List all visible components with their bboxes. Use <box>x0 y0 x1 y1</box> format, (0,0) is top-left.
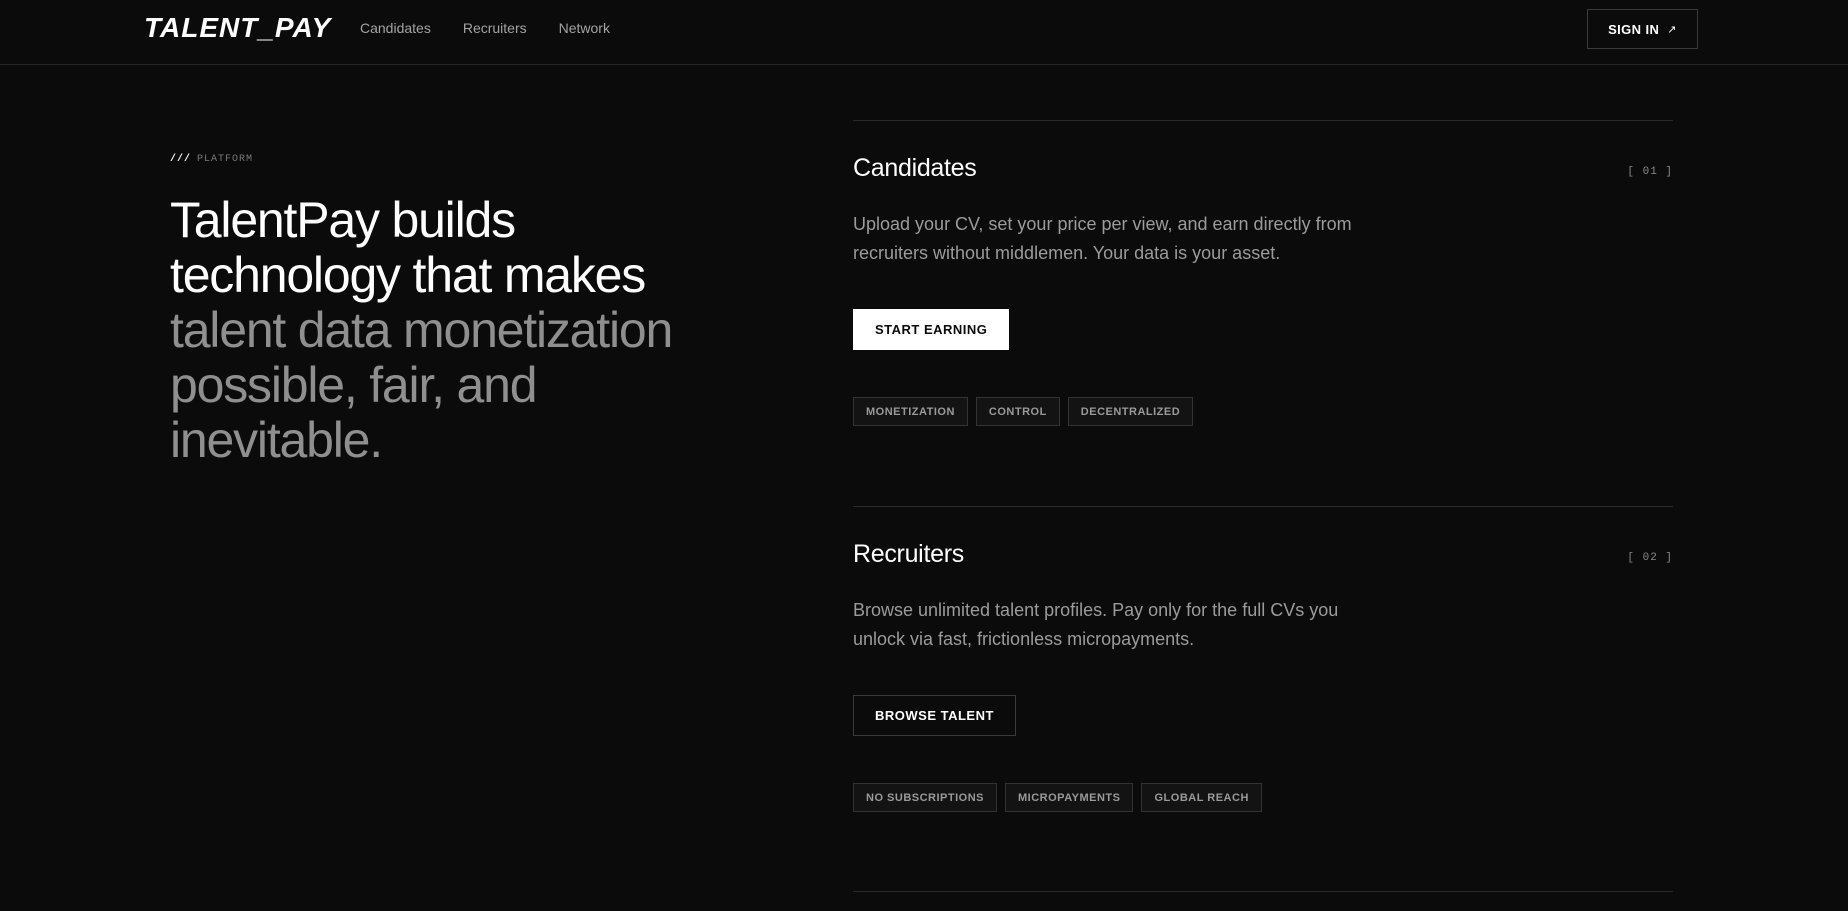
arrow-up-right-icon: ↗ <box>1667 23 1677 36</box>
section-number: [ 02 ] <box>1627 552 1673 564</box>
section-eyebrow: /// PLATFORM <box>170 154 253 165</box>
section-description: Browse unlimited talent profiles. Pay on… <box>853 600 1339 649</box>
section-number: [ 01 ] <box>1627 166 1673 178</box>
tag-no-subscriptions: NO SUBSCRIPTIONS <box>853 783 998 812</box>
top-navigation-bar: TALENT_PAY Candidates Recruiters Network… <box>0 0 1848 65</box>
headline-secondary-text: talent data monetization possible, fair,… <box>170 302 673 468</box>
recruiters-section: Recruiters [ 02 ] Browse unlimited talen… <box>853 506 1673 892</box>
sign-in-label: SIGN IN <box>1608 21 1660 37</box>
start-earning-button[interactable]: START EARNING <box>853 309 1010 350</box>
tag-micropayments: MICROPAYMENTS <box>1005 783 1134 812</box>
talentpay-logo[interactable]: TALENT_PAY <box>144 12 331 44</box>
candidates-section: Candidates [ 01 ] Upload your CV, set yo… <box>853 120 1673 506</box>
tag-global-reach: GLOBAL REACH <box>1141 783 1262 812</box>
tag-control: CONTROL <box>975 397 1060 426</box>
tag-monetization: MONETIZATION <box>853 397 968 426</box>
eyebrow-slashes: /// <box>170 154 192 165</box>
nav-link-recruiters[interactable]: Recruiters <box>463 20 527 36</box>
tag-decentralized: DECENTRALIZED <box>1067 397 1194 426</box>
tag-list: NO SUBSCRIPTIONS MICROPAYMENTS GLOBAL RE… <box>853 783 1262 812</box>
eyebrow-label: PLATFORM <box>197 154 254 165</box>
tag-list: MONETIZATION CONTROL DECENTRALIZED <box>853 397 1194 426</box>
section-title: Recruiters <box>853 540 964 568</box>
browse-talent-button[interactable]: BROWSE TALENT <box>853 695 1016 736</box>
section-title: Candidates <box>853 154 977 182</box>
main-nav: Candidates Recruiters Network <box>360 20 610 36</box>
nav-link-network[interactable]: Network <box>559 20 610 36</box>
section-description: Upload your CV, set your price per view,… <box>853 214 1352 263</box>
section-divider <box>853 891 1673 911</box>
headline-primary-text: TalentPay builds technology that makes <box>170 192 646 303</box>
sign-in-button[interactable]: SIGN IN ↗ <box>1587 9 1698 49</box>
nav-link-candidates[interactable]: Candidates <box>360 20 431 36</box>
hero-headline: TalentPay builds technology that makes t… <box>170 193 730 468</box>
